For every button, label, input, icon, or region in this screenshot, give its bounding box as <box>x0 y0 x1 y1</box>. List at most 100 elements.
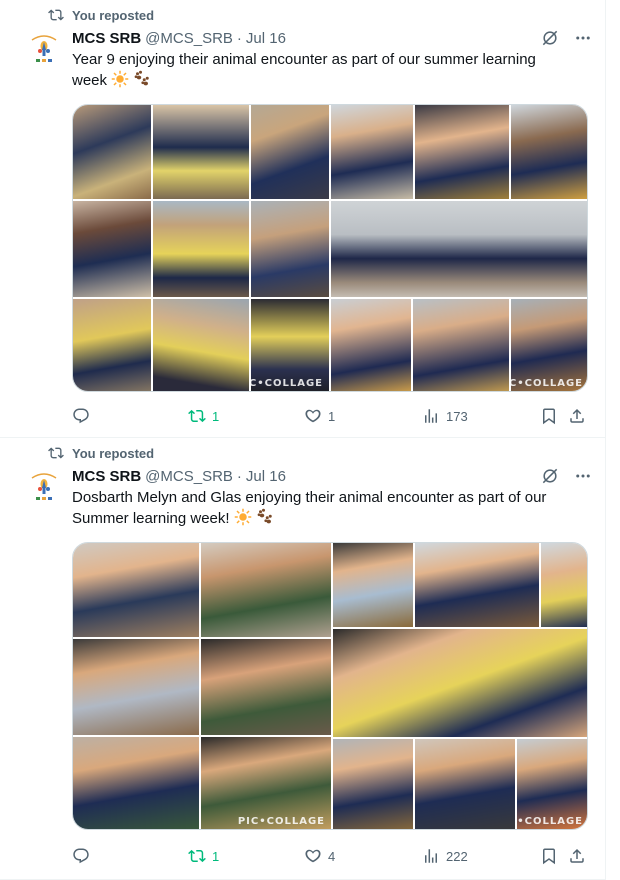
collage-watermark: PIC•COLLAGE <box>517 816 583 827</box>
sun-emoji-icon <box>111 70 129 88</box>
photo[interactable] <box>73 105 151 199</box>
user-handle[interactable]: @MCS_SRB <box>145 468 233 485</box>
photo[interactable] <box>331 105 413 199</box>
photo[interactable] <box>333 543 413 627</box>
photo[interactable]: PIC•COLLAGE <box>201 737 331 829</box>
more-options-icon[interactable] <box>574 29 592 47</box>
grok-icon[interactable] <box>540 466 560 486</box>
bookmark-button[interactable] <box>540 407 558 425</box>
like-button[interactable]: 4 <box>304 847 335 865</box>
like-count: 4 <box>328 848 336 864</box>
view-count: 173 <box>446 408 468 424</box>
repost-icon <box>48 9 64 21</box>
reply-icon <box>73 848 89 864</box>
tweet-2[interactable]: You reposted MCS SRB @MCS_SRB · Jul 16 D… <box>0 438 606 880</box>
photo[interactable] <box>73 543 199 637</box>
photo[interactable] <box>73 737 199 829</box>
photo[interactable] <box>415 543 539 627</box>
repost-label: You reposted <box>72 445 155 461</box>
tweet-body: Dosbarth Melyn and Glas enjoying their a… <box>72 489 547 527</box>
photo[interactable] <box>333 629 587 737</box>
heart-icon <box>305 849 321 863</box>
tweet-date[interactable]: Jul 16 <box>246 30 286 47</box>
display-name[interactable]: MCS SRB <box>72 468 141 485</box>
user-handle[interactable]: @MCS_SRB <box>145 30 233 47</box>
share-button[interactable] <box>568 847 586 865</box>
views-button[interactable]: 222 <box>422 847 468 865</box>
share-icon <box>570 408 584 423</box>
views-icon <box>425 849 437 863</box>
like-button[interactable]: 1 <box>304 407 335 425</box>
tweet-header: MCS SRB @MCS_SRB · Jul 16 <box>72 28 592 48</box>
reply-button[interactable] <box>72 847 96 865</box>
grok-icon[interactable] <box>540 28 560 48</box>
photo[interactable] <box>511 105 587 199</box>
share-icon <box>570 848 584 863</box>
sun-emoji-icon <box>234 508 251 526</box>
repost-indicator: You reposted <box>48 6 154 24</box>
more-options-icon[interactable] <box>574 467 592 485</box>
views-icon <box>425 409 437 423</box>
avatar[interactable] <box>24 30 64 70</box>
tweet-header: MCS SRB @MCS_SRB · Jul 16 <box>72 466 592 486</box>
photo[interactable] <box>153 299 249 391</box>
repost-icon <box>188 409 206 423</box>
photo[interactable] <box>73 201 151 297</box>
photo[interactable] <box>251 201 329 297</box>
photo[interactable] <box>331 299 411 391</box>
repost-icon <box>188 849 206 863</box>
school-logo-icon <box>31 473 57 500</box>
photo[interactable]: PIC•COLLAGE <box>511 299 587 391</box>
bookmark-icon <box>543 408 555 425</box>
photo[interactable] <box>251 105 329 199</box>
paw-prints-emoji-icon <box>257 508 272 524</box>
timeline-feed: You reposted MCS SRB @MCS_SRB · Jul 16 Y… <box>0 0 606 880</box>
repost-count: 1 <box>212 848 220 864</box>
repost-icon <box>48 447 64 459</box>
avatar[interactable] <box>24 468 64 508</box>
bookmark-button[interactable] <box>540 847 558 865</box>
repost-indicator: You reposted <box>48 444 154 462</box>
photo[interactable] <box>201 543 331 637</box>
photo[interactable]: PIC•COLLAGE <box>517 739 587 829</box>
paw-prints-emoji-icon <box>135 70 150 86</box>
heart-icon <box>305 409 321 423</box>
bookmark-icon <box>543 848 555 865</box>
reply-icon <box>73 408 89 424</box>
reply-button[interactable] <box>72 407 96 425</box>
photo[interactable] <box>73 639 199 735</box>
repost-count: 1 <box>212 408 220 424</box>
display-name[interactable]: MCS SRB <box>72 30 141 47</box>
action-bar: 1 4 222 <box>72 846 592 866</box>
view-count: 222 <box>446 848 468 864</box>
repost-label: You reposted <box>72 7 155 23</box>
photo[interactable] <box>201 639 331 735</box>
tweet-text: Dosbarth Melyn and Glas enjoying their a… <box>72 488 572 529</box>
photo[interactable]: PIC•COLLAGE <box>251 299 329 391</box>
photo[interactable] <box>153 105 249 199</box>
photo-collage[interactable]: PIC•COLLAGE PIC•COLLAGE <box>72 104 588 392</box>
photo[interactable] <box>415 739 515 829</box>
action-bar: 1 1 173 <box>72 406 592 426</box>
photo-collage[interactable]: PIC•COLLAGE PIC•COLLAGE <box>72 542 588 830</box>
photo[interactable] <box>541 543 587 627</box>
photo[interactable] <box>415 105 509 199</box>
photo[interactable] <box>73 299 151 391</box>
separator-dot: · <box>236 467 242 485</box>
photo[interactable] <box>153 201 249 297</box>
collage-watermark: PIC•COLLAGE <box>237 816 325 827</box>
collage-watermark: PIC•COLLAGE <box>251 378 323 389</box>
tweet-text: Year 9 enjoying their animal encounter a… <box>72 50 572 91</box>
school-logo-icon <box>31 35 57 62</box>
tweet-date[interactable]: Jul 16 <box>246 468 286 485</box>
separator-dot: · <box>236 29 242 47</box>
tweet-1[interactable]: You reposted MCS SRB @MCS_SRB · Jul 16 Y… <box>0 0 606 438</box>
photo[interactable] <box>413 299 509 391</box>
repost-button[interactable]: 1 <box>188 847 219 865</box>
repost-button[interactable]: 1 <box>188 407 219 425</box>
photo[interactable] <box>333 739 413 829</box>
photo[interactable] <box>331 201 587 297</box>
views-button[interactable]: 173 <box>422 407 468 425</box>
like-count: 1 <box>328 408 336 424</box>
share-button[interactable] <box>568 407 586 425</box>
